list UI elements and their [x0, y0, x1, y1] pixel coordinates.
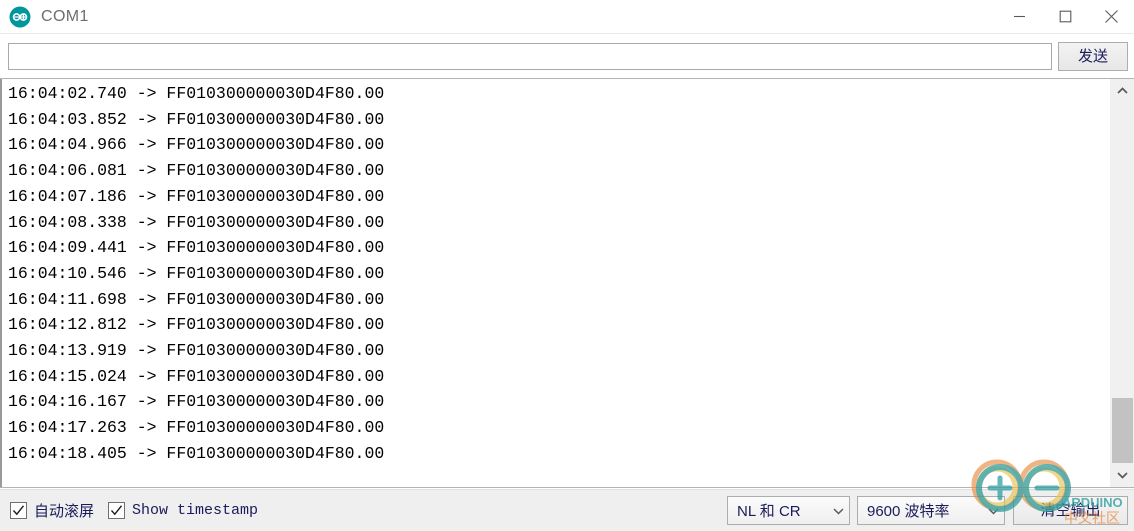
close-button[interactable] [1088, 0, 1134, 34]
chevron-down-icon [982, 507, 1004, 515]
title-bar-left: COM1 [0, 6, 996, 28]
minimize-button[interactable] [996, 0, 1042, 34]
send-bar: 发送 [0, 34, 1134, 78]
title-bar: COM1 [0, 0, 1134, 34]
show-timestamp-label: Show timestamp [132, 502, 259, 519]
log-line: 16:04:11.698 -> FF010300000030D4F80.00 [8, 289, 385, 309]
log-line: 16:04:16.167 -> FF010300000030D4F80.00 [8, 392, 385, 412]
clear-output-button[interactable]: 清空输出 [1013, 496, 1128, 525]
log-line: 16:04:02.740 -> FF010300000030D4F80.00 [8, 84, 385, 103]
show-timestamp-checkbox[interactable]: Show timestamp [108, 502, 258, 519]
log-line: 16:04:15.024 -> FF010300000030D4F80.00 [8, 366, 385, 386]
log-line: 16:04:10.546 -> FF010300000030D4F80.00 [8, 263, 385, 283]
serial-monitor-window: COM1 发送 16:04:02.740 -> FF010300000030D4… [0, 0, 1134, 531]
minimize-icon [1013, 10, 1026, 23]
log-line: 16:04:06.081 -> FF010300000030D4F80.00 [8, 161, 385, 181]
maximize-button[interactable] [1042, 0, 1088, 34]
maximize-icon [1059, 10, 1072, 23]
baud-rate-select[interactable]: 9600 波特率 [857, 496, 1005, 525]
window-controls [996, 0, 1134, 34]
console-scrollbar[interactable] [1109, 79, 1134, 487]
autoscroll-checkbox[interactable]: 自动滚屏 [10, 500, 94, 521]
send-input[interactable] [8, 42, 1052, 70]
scroll-down-button[interactable] [1110, 463, 1134, 487]
scroll-up-button[interactable] [1110, 79, 1134, 103]
send-button[interactable]: 发送 [1058, 41, 1128, 71]
autoscroll-label: 自动滚屏 [34, 503, 95, 520]
log-line: 16:04:09.441 -> FF010300000030D4F80.00 [8, 238, 385, 258]
scrollbar-thumb[interactable] [1112, 398, 1133, 467]
console-area: 16:04:02.740 -> FF010300000030D4F80.00 16… [0, 78, 1134, 488]
checkbox-box [108, 502, 126, 519]
chevron-up-icon [1117, 82, 1128, 100]
log-line: 16:04:08.338 -> FF010300000030D4F80.00 [8, 212, 385, 232]
chevron-down-icon [827, 507, 849, 515]
serial-output-log[interactable]: 16:04:02.740 -> FF010300000030D4F80.00 16… [0, 79, 1109, 487]
log-line: 16:04:07.186 -> FF010300000030D4F80.00 [8, 186, 385, 206]
log-line: 16:04:18.405 -> FF010300000030D4F80.00 [8, 443, 385, 463]
log-line: 16:04:17.263 -> FF010300000030D4F80.00 [8, 418, 385, 438]
status-bar: 自动滚屏 Show timestamp NL 和 CR 9600 波特率 清空输… [0, 489, 1134, 531]
line-ending-select[interactable]: NL 和 CR [727, 496, 850, 525]
chevron-down-icon [1117, 466, 1128, 484]
log-line: 16:04:12.812 -> FF010300000030D4F80.00 [8, 315, 385, 335]
window-title: COM1 [41, 7, 89, 25]
checkbox-box [10, 502, 27, 519]
arduino-logo-icon [9, 6, 31, 28]
close-icon [1104, 9, 1119, 24]
baud-rate-value: 9600 波特率 [867, 503, 950, 520]
line-ending-value: NL 和 CR [737, 503, 801, 520]
scrollbar-track[interactable] [1110, 103, 1134, 467]
log-line: 16:04:04.966 -> FF010300000030D4F80.00 [8, 135, 385, 155]
log-line: 16:04:03.852 -> FF010300000030D4F80.00 [8, 109, 385, 129]
log-line: 16:04:13.919 -> FF010300000030D4F80.00 [8, 341, 385, 361]
